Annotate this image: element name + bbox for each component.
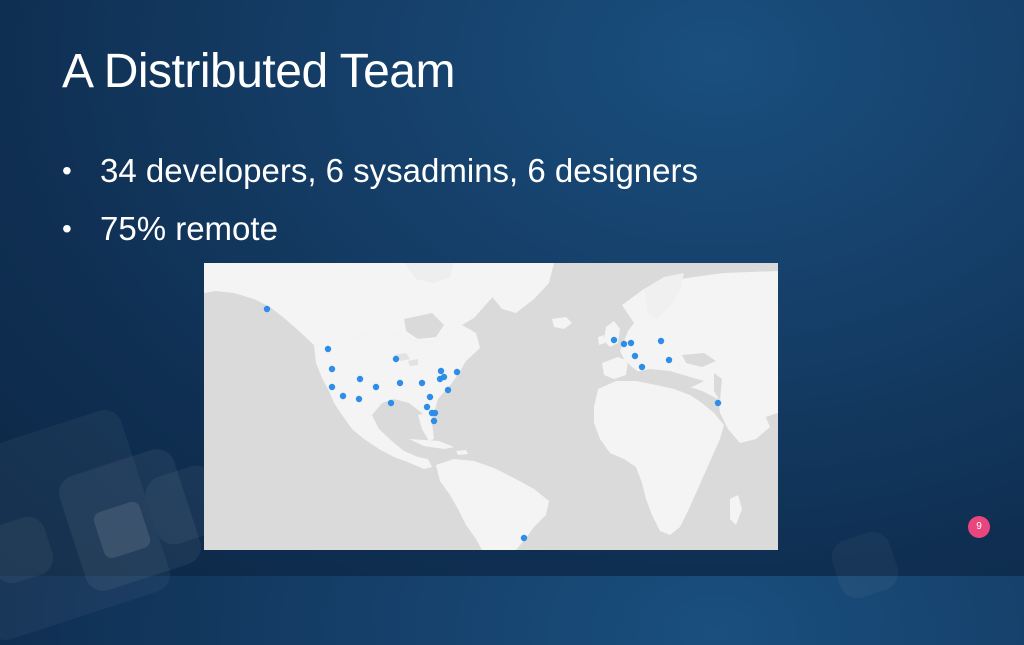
location-marker xyxy=(396,379,404,387)
location-marker xyxy=(324,345,332,353)
location-marker xyxy=(444,386,452,394)
location-marker xyxy=(355,395,363,403)
location-marker xyxy=(657,337,665,345)
decorative-shape xyxy=(827,527,903,603)
location-marker xyxy=(431,409,439,417)
location-marker xyxy=(437,367,445,375)
location-marker xyxy=(387,399,395,407)
location-marker xyxy=(392,355,400,363)
location-marker xyxy=(328,383,336,391)
location-marker xyxy=(627,339,635,347)
location-marker xyxy=(423,403,431,411)
location-marker xyxy=(520,534,528,542)
location-marker xyxy=(610,336,618,344)
bullet-text: 34 developers, 6 sysadmins, 6 designers xyxy=(100,152,698,189)
bullet-text: 75% remote xyxy=(100,210,278,247)
location-marker xyxy=(328,365,336,373)
location-marker xyxy=(426,393,434,401)
location-marker xyxy=(665,356,673,364)
page-number-badge: 9 xyxy=(968,516,990,538)
location-marker xyxy=(436,375,444,383)
slide-title: A Distributed Team xyxy=(62,45,455,98)
location-marker xyxy=(372,383,380,391)
bullet-item: • 75% remote xyxy=(62,200,698,258)
location-marker xyxy=(714,399,722,407)
location-marker xyxy=(418,379,426,387)
world-map-image xyxy=(204,263,778,550)
location-marker xyxy=(263,305,271,313)
bullet-icon: • xyxy=(62,155,72,186)
location-marker xyxy=(356,375,364,383)
location-marker xyxy=(339,392,347,400)
location-marker xyxy=(620,340,628,348)
location-marker xyxy=(638,363,646,371)
world-map xyxy=(204,263,778,550)
location-marker xyxy=(453,368,461,376)
location-marker xyxy=(631,352,639,360)
bullet-item: • 34 developers, 6 sysadmins, 6 designer… xyxy=(62,142,698,200)
location-marker xyxy=(430,417,438,425)
bullet-list: • 34 developers, 6 sysadmins, 6 designer… xyxy=(62,142,698,258)
bullet-icon: • xyxy=(62,213,72,244)
